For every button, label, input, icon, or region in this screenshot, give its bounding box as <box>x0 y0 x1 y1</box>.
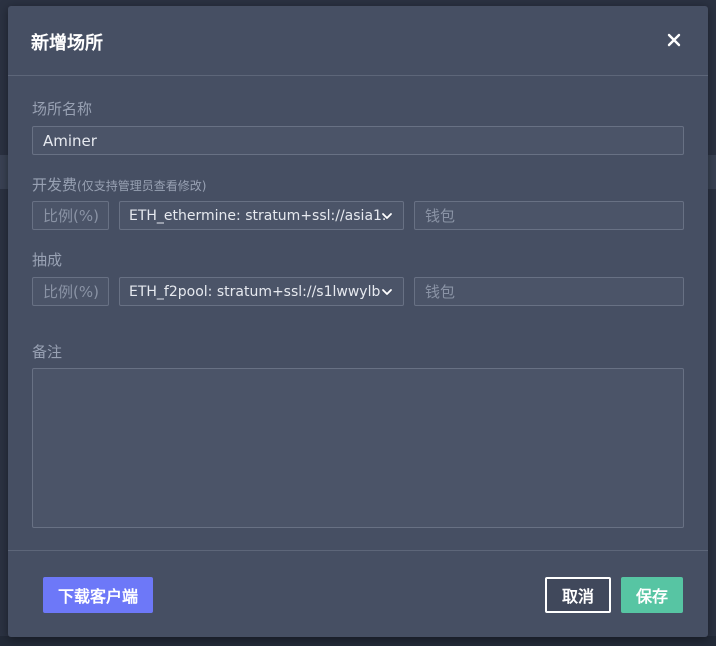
commission-wallet-input[interactable]: 钱包 <box>414 277 684 306</box>
download-client-button[interactable]: 下载客户端 <box>43 577 153 613</box>
save-button[interactable]: 保存 <box>621 577 683 613</box>
venue-name-input[interactable]: Aminer <box>32 126 684 155</box>
dev-fee-ratio-input[interactable]: 比例(%) <box>32 201 109 230</box>
cancel-button[interactable]: 取消 <box>545 577 611 613</box>
venue-name-label: 场所名称 <box>32 100 93 118</box>
close-button[interactable] <box>662 28 686 52</box>
dev-fee-pool-select[interactable]: ETH_ethermine: stratum+ssl://asia1. <box>119 201 404 230</box>
commission-label: 抽成 <box>32 251 63 269</box>
commission-ratio-input[interactable]: 比例(%) <box>32 277 109 306</box>
dev-fee-pool-value: ETH_ethermine: stratum+ssl://asia1. <box>129 207 387 224</box>
dialog-title: 新增场所 <box>31 33 103 54</box>
dev-fee-label: 开发费(仅支持管理员查看修改) <box>32 174 206 195</box>
remark-label: 备注 <box>32 343 63 361</box>
commission-pool-value: ETH_f2pool: stratum+ssl://s1lwwylb <box>129 283 381 300</box>
close-icon <box>667 33 681 47</box>
footer-divider <box>8 550 708 551</box>
dev-fee-hint: (仅支持管理员查看修改) <box>77 179 207 193</box>
dev-fee-label-text: 开发费 <box>32 176 78 194</box>
dialog-header: 新增场所 <box>8 6 708 76</box>
remark-textarea[interactable] <box>32 368 684 528</box>
dev-fee-wallet-input[interactable]: 钱包 <box>414 201 684 230</box>
chevron-down-icon <box>382 288 392 295</box>
chevron-down-icon <box>382 212 392 219</box>
add-venue-dialog: 新增场所 场所名称 Aminer 开发费(仅支持管理员查看修改) 比例(%) E… <box>8 6 708 637</box>
commission-pool-select[interactable]: ETH_f2pool: stratum+ssl://s1lwwylb <box>119 277 404 306</box>
background-bottom <box>0 636 716 646</box>
